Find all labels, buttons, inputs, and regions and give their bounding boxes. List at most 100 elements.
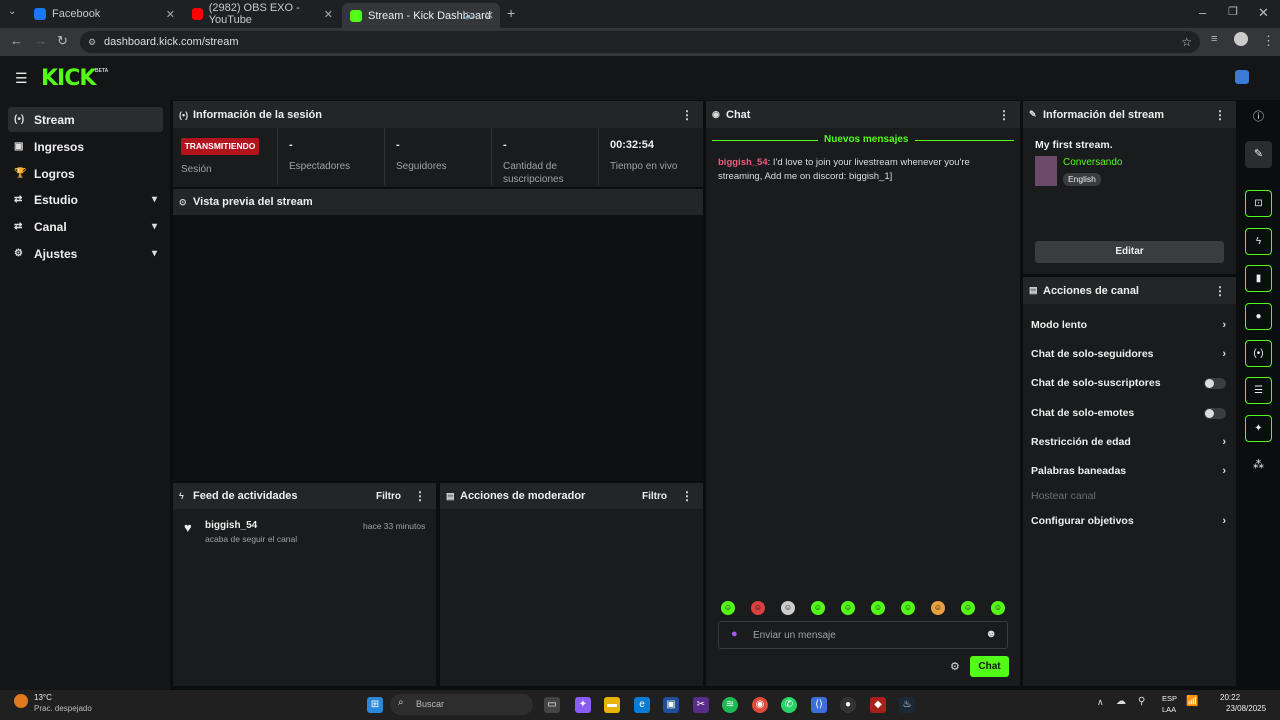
chat-settings-icon[interactable]: ⚙	[950, 660, 960, 673]
game-icon[interactable]: ◆	[870, 697, 886, 713]
filter-button[interactable]: Filtro	[376, 491, 401, 502]
new-tab-icon[interactable]: +	[507, 5, 515, 21]
taskbar-search[interactable]: ⌕ Buscar	[390, 694, 533, 715]
snipping-icon[interactable]: ✂	[693, 697, 709, 713]
edge-icon[interactable]: e	[634, 697, 650, 713]
close-icon[interactable]: ✕	[324, 8, 333, 21]
keyboard-lang[interactable]: ESP	[1162, 694, 1177, 703]
user-avatar[interactable]	[1235, 70, 1249, 84]
info-icon[interactable]: ⓘ	[1245, 104, 1272, 131]
obs-icon[interactable]: ●	[840, 697, 856, 713]
sidebar-item-estudio[interactable]: ⇄ Estudio ▾	[8, 187, 163, 212]
screen-icon[interactable]: ⊡	[1245, 190, 1272, 217]
usb-tray-icon[interactable]: ⚲	[1138, 696, 1145, 707]
wifi-volume-icon[interactable]: 📶	[1186, 696, 1198, 707]
panel-title: Vista previa del stream	[193, 196, 313, 208]
filter-button[interactable]: Filtro	[642, 491, 667, 502]
wrench-icon[interactable]: ✦	[1245, 415, 1272, 442]
steam-icon[interactable]: ♨	[899, 697, 915, 713]
browser-menu-icon[interactable]: ⋮	[1262, 33, 1275, 49]
maximize-icon[interactable]: ❐	[1228, 5, 1238, 18]
network-tray-icon[interactable]: ☁	[1116, 696, 1126, 707]
category-label[interactable]: Conversando	[1063, 157, 1122, 168]
edit-pencil-icon[interactable]: ✎	[1245, 141, 1272, 168]
more-options-icon[interactable]: ⋮	[1214, 108, 1226, 122]
url-field[interactable]: ⚙ dashboard.kick.com/stream ☆	[80, 31, 1200, 53]
emoji-icon[interactable]: ☻	[985, 628, 997, 640]
weather-icon[interactable]	[14, 694, 28, 708]
chat-send-button[interactable]: Chat	[970, 656, 1009, 677]
whatsapp-icon[interactable]: ✆	[781, 697, 797, 713]
more-options-icon[interactable]: ⋮	[1214, 284, 1226, 298]
task-view-icon[interactable]: ▭	[544, 697, 560, 713]
more-options-icon[interactable]: ⋮	[414, 489, 426, 503]
more-options-icon[interactable]: ⋮	[998, 108, 1010, 122]
emote-icon[interactable]: ☺	[811, 601, 825, 615]
more-options-icon[interactable]: ⋮	[681, 489, 693, 503]
spotify-icon[interactable]: ≋	[722, 697, 738, 713]
profile-avatar[interactable]	[1234, 32, 1248, 46]
site-info-icon[interactable]: ⚙	[88, 31, 96, 53]
document-icon[interactable]: ▮	[1245, 265, 1272, 292]
action-slow-mode[interactable]: Modo lento ›	[1031, 315, 1226, 335]
store-icon[interactable]: ▣	[663, 697, 679, 713]
back-icon[interactable]: ←	[10, 33, 23, 48]
action-configure-goals[interactable]: Configurar objetivos ›	[1031, 511, 1226, 531]
tab-list-icon[interactable]: ⌄	[8, 6, 16, 17]
feed-header: ϟ Feed de actividades Filtro ⋮	[173, 483, 436, 509]
kick-header	[0, 56, 1280, 100]
list-icon[interactable]: ☰	[1245, 377, 1272, 404]
reading-list-icon[interactable]: ≡	[1211, 33, 1217, 45]
chat-username[interactable]: biggish_54	[718, 157, 768, 168]
sidebar-item-logros[interactable]: 🏆 Logros	[8, 161, 163, 186]
emote-icon[interactable]: ☺	[781, 601, 795, 615]
close-icon[interactable]: ✕	[485, 9, 494, 22]
broadcast-icon[interactable]: (•)	[1245, 340, 1272, 367]
file-explorer-icon[interactable]: ▬	[604, 697, 620, 713]
sidebar-item-ingresos[interactable]: ▣ Ingresos	[8, 134, 163, 159]
emote-icon[interactable]: ☺	[931, 601, 945, 615]
tab-kick[interactable]: Stream - Kick Dashboard 🔈 ✕	[342, 3, 500, 28]
copilot-icon[interactable]: ✦	[575, 697, 591, 713]
emote-icon[interactable]: ☺	[841, 601, 855, 615]
chrome-icon[interactable]: ◉	[752, 697, 768, 713]
chat-bubble-icon[interactable]: ●	[1245, 303, 1272, 330]
tray-expand-icon[interactable]: ∧	[1097, 697, 1104, 708]
lightning-icon[interactable]: ϟ	[1245, 228, 1272, 255]
minimize-icon[interactable]: –	[1199, 5, 1206, 20]
sidebar-item-stream[interactable]: (•) Stream	[8, 107, 163, 132]
action-banned-words[interactable]: Palabras baneadas ›	[1031, 461, 1226, 481]
sidebar-item-canal[interactable]: ⇄ Canal ▾	[8, 214, 163, 239]
edit-button[interactable]: Editar	[1035, 241, 1224, 263]
kick-logo[interactable]: KICK	[41, 66, 96, 91]
more-tools-icon[interactable]: ⁂	[1245, 452, 1272, 479]
action-followers-only[interactable]: Chat de solo-seguidores ›	[1031, 344, 1226, 364]
emote-icon[interactable]: ☺	[721, 601, 735, 615]
hamburger-menu-icon[interactable]: ☰	[15, 70, 28, 87]
emotes-only-toggle[interactable]	[1204, 408, 1226, 419]
sidebar-item-ajustes[interactable]: ⚙ Ajustes ▾	[8, 241, 163, 266]
emote-icon[interactable]: ☺	[961, 601, 975, 615]
action-age-restriction[interactable]: Restricción de edad ›	[1031, 432, 1226, 452]
tab-youtube[interactable]: (2982) OBS EXO - YouTube ✕	[184, 2, 339, 26]
session-panel-header: (•) Información de la sesión ⋮	[173, 101, 703, 128]
windows-start-icon[interactable]: ⊞	[367, 697, 383, 713]
emote-icon[interactable]: ☺	[751, 601, 765, 615]
microphone-icon[interactable]: ●	[731, 628, 738, 640]
subscribers-only-toggle[interactable]	[1204, 378, 1226, 389]
reload-icon[interactable]: ↻	[57, 33, 68, 49]
emote-icon[interactable]: ☺	[991, 601, 1005, 615]
more-options-icon[interactable]: ⋮	[681, 108, 693, 122]
clock-time[interactable]: 20:22	[1220, 693, 1240, 702]
speaker-icon[interactable]: 🔈	[465, 10, 476, 21]
feed-user[interactable]: biggish_54	[205, 520, 257, 531]
close-window-icon[interactable]: ✕	[1258, 5, 1269, 21]
vscode-icon[interactable]: ⟨⟩	[811, 697, 827, 713]
emote-icon[interactable]: ☺	[901, 601, 915, 615]
tab-facebook[interactable]: Facebook ✕	[26, 3, 181, 25]
emote-icon[interactable]: ☺	[871, 601, 885, 615]
forward-icon[interactable]: →	[34, 33, 47, 48]
close-icon[interactable]: ✕	[166, 8, 175, 21]
bookmark-star-icon[interactable]: ☆	[1181, 31, 1192, 53]
chat-input[interactable]: ● Enviar un mensaje ☻	[718, 621, 1008, 649]
